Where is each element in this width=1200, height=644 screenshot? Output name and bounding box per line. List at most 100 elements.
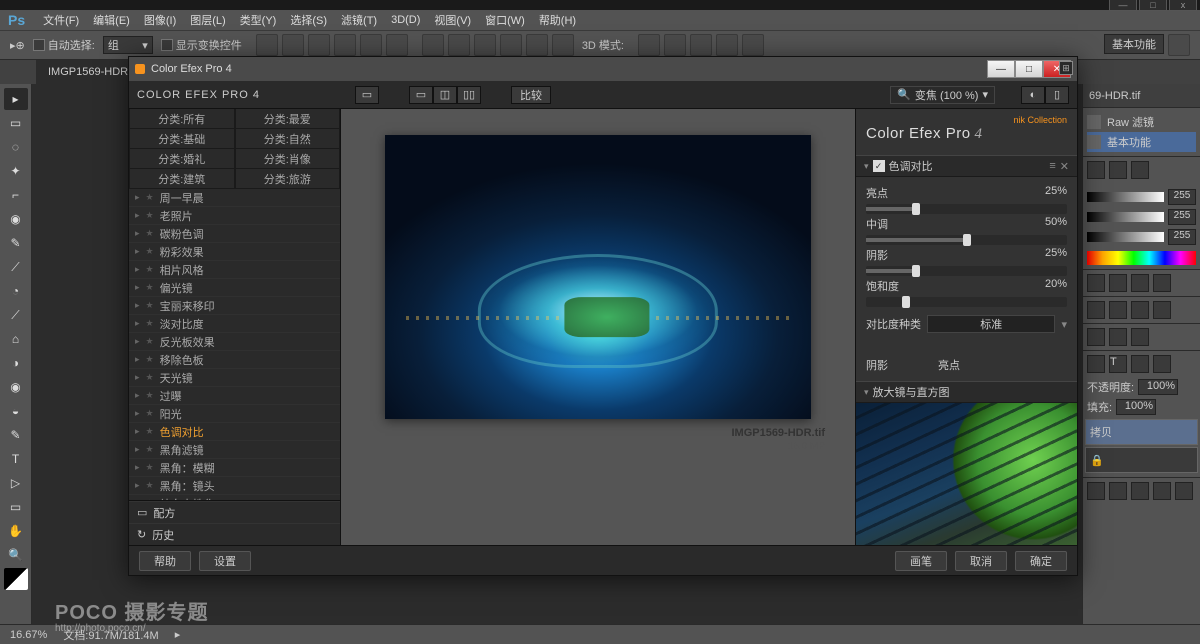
star-icon[interactable]: ★ xyxy=(146,462,154,473)
wand-tool[interactable]: ✦ xyxy=(4,160,28,182)
color-swatch[interactable] xyxy=(4,568,28,590)
3d-icon[interactable] xyxy=(742,34,764,56)
ps-maximize-button[interactable]: □ xyxy=(1139,0,1167,11)
menu-image[interactable]: 图像(I) xyxy=(138,10,182,30)
color-spectrum[interactable] xyxy=(1087,251,1196,265)
eyedropper-tool[interactable]: ◉ xyxy=(4,208,28,230)
menu-help[interactable]: 帮助(H) xyxy=(533,10,582,30)
brush-button[interactable]: 画笔 xyxy=(895,551,947,571)
star-icon[interactable]: ★ xyxy=(146,480,154,491)
workspace-dropdown[interactable]: 基本功能 xyxy=(1104,34,1164,54)
channel-slider[interactable] xyxy=(1087,212,1164,222)
star-icon[interactable]: ★ xyxy=(146,210,154,221)
star-icon[interactable]: ★ xyxy=(146,300,154,311)
3d-icon[interactable] xyxy=(690,34,712,56)
align-icon[interactable] xyxy=(256,34,278,56)
crop-tool[interactable]: ⌐ xyxy=(4,184,28,206)
heal-tool[interactable]: ✎ xyxy=(4,232,28,254)
category-0[interactable]: 分类:所有 xyxy=(129,109,235,129)
star-icon[interactable]: ★ xyxy=(146,390,154,401)
ps-minimize-button[interactable]: — xyxy=(1109,0,1137,11)
blur-tool[interactable]: ◉ xyxy=(4,376,28,398)
star-icon[interactable]: ★ xyxy=(146,192,154,203)
zoom-level[interactable]: 16.67% xyxy=(10,629,47,641)
filter-item[interactable]: ▸★阳光 xyxy=(129,405,340,423)
filter-item[interactable]: ▸★色调对比 xyxy=(129,423,340,441)
eraser-tool[interactable]: ⌂ xyxy=(4,328,28,350)
filter-item[interactable]: ▸★天光镜 xyxy=(129,369,340,387)
category-4[interactable]: 分类:婚礼 xyxy=(129,149,235,169)
cep-titlebar[interactable]: Color Efex Pro 4 — □ ✕ xyxy=(129,57,1077,81)
help-button[interactable]: 帮助 xyxy=(139,551,191,571)
adjustment-icon[interactable] xyxy=(1109,328,1127,346)
menu-type[interactable]: 类型(Y) xyxy=(234,10,283,30)
dodge-tool[interactable]: ◒ xyxy=(4,400,28,422)
layer-folder-icon[interactable] xyxy=(1131,482,1149,500)
distribute-icon[interactable] xyxy=(474,34,496,56)
workspace-icon[interactable] xyxy=(1168,34,1190,56)
history-row[interactable]: ↻历史 xyxy=(129,523,340,545)
param-slider[interactable] xyxy=(866,204,1067,214)
filter-item[interactable]: ▸★偏光镜 xyxy=(129,279,340,297)
type-tool[interactable]: T xyxy=(4,448,28,470)
category-5[interactable]: 分类:肖像 xyxy=(235,149,341,169)
preview-image[interactable] xyxy=(385,135,811,419)
history-panel-tab[interactable]: 69-HDR.tif xyxy=(1083,84,1200,108)
distribute-icon[interactable] xyxy=(448,34,470,56)
layer-new-icon[interactable] xyxy=(1153,482,1171,500)
camera-icon[interactable] xyxy=(1109,161,1127,179)
filter-item[interactable]: ▸★黑角：模糊 xyxy=(129,459,340,477)
fx-icon[interactable] xyxy=(1131,355,1149,373)
layer-item[interactable]: 🔒 xyxy=(1085,447,1198,473)
align-icon[interactable] xyxy=(334,34,356,56)
fx-icon[interactable] xyxy=(1153,355,1171,373)
marquee-tool[interactable]: ▭ xyxy=(4,112,28,134)
filter-item[interactable]: ▸★黑角滤镜 xyxy=(129,441,340,459)
stamp-tool[interactable]: ◔ xyxy=(4,280,28,302)
layer-trash-icon[interactable] xyxy=(1175,482,1193,500)
chevron-down-icon[interactable]: ▾ xyxy=(1061,318,1067,331)
menu-view[interactable]: 视图(V) xyxy=(428,10,477,30)
menu-window[interactable]: 窗口(W) xyxy=(479,10,531,30)
align-icon[interactable] xyxy=(282,34,304,56)
star-icon[interactable]: ★ xyxy=(146,372,154,383)
trash-icon[interactable] xyxy=(1131,161,1149,179)
filter-item[interactable]: ▸★碳粉色调 xyxy=(129,225,340,243)
move-tool[interactable]: ▸ xyxy=(4,88,28,110)
adjustment-icon[interactable] xyxy=(1109,274,1127,292)
filter-item[interactable]: ▸★粉彩效果 xyxy=(129,243,340,261)
cep-minimize-button[interactable]: — xyxy=(987,60,1015,78)
layer-item[interactable]: 拷贝 xyxy=(1085,419,1198,445)
3d-icon[interactable] xyxy=(664,34,686,56)
star-icon[interactable]: ★ xyxy=(146,246,154,257)
menu-layer[interactable]: 图层(L) xyxy=(184,10,231,30)
show-transform-checkbox[interactable]: 显示变换控件 xyxy=(161,37,242,53)
panel-right-icon[interactable]: ▯ xyxy=(1045,86,1069,104)
adjustment-icon[interactable] xyxy=(1131,328,1149,346)
slider-value[interactable]: 255 xyxy=(1168,209,1196,225)
view-single-icon[interactable]: ▭ xyxy=(409,86,433,104)
distribute-icon[interactable] xyxy=(552,34,574,56)
recipe-row[interactable]: ▭配方 xyxy=(129,501,340,523)
slider-value[interactable]: 255 xyxy=(1168,229,1196,245)
star-icon[interactable]: ★ xyxy=(146,336,154,347)
align-icon[interactable] xyxy=(360,34,382,56)
zoom-tool[interactable]: 🔍 xyxy=(4,544,28,566)
panel-toggle-icon[interactable]: ▭ xyxy=(355,86,379,104)
category-2[interactable]: 分类:基础 xyxy=(129,129,235,149)
filter-item[interactable]: ▸★淡对比度 xyxy=(129,315,340,333)
distribute-icon[interactable] xyxy=(526,34,548,56)
star-icon[interactable]: ★ xyxy=(146,354,154,365)
history-item[interactable]: Raw 滤镜 xyxy=(1087,112,1196,132)
param-slider[interactable] xyxy=(866,235,1067,245)
layer-fx-icon[interactable] xyxy=(1087,482,1105,500)
filter-enable-checkbox[interactable]: ✓ xyxy=(873,160,885,172)
slider-value[interactable]: 255 xyxy=(1168,189,1196,205)
settings-button[interactable]: 设置 xyxy=(199,551,251,571)
menu-select[interactable]: 选择(S) xyxy=(284,10,333,30)
opacity-input[interactable]: 100% xyxy=(1138,379,1178,395)
filter-item[interactable]: ▸★过曝 xyxy=(129,387,340,405)
adjustment-icon[interactable] xyxy=(1131,301,1149,319)
filter-item[interactable]: ▸★反光板效果 xyxy=(129,333,340,351)
star-icon[interactable]: ★ xyxy=(146,282,154,293)
